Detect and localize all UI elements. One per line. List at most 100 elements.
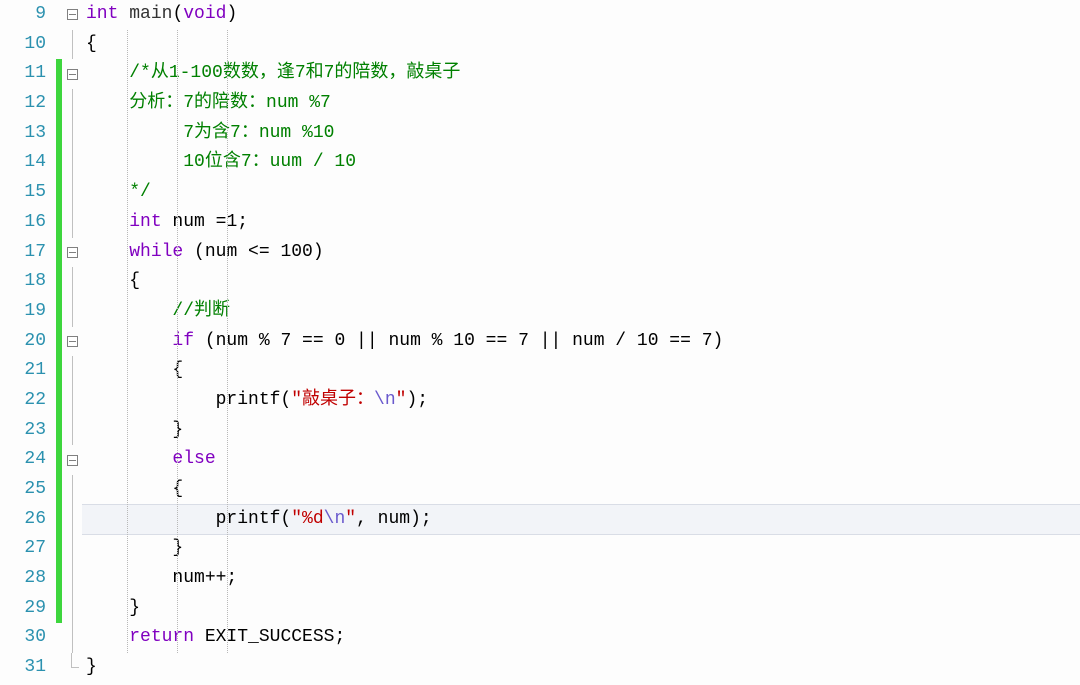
token: ); — [406, 390, 428, 410]
token-kw: int — [86, 4, 118, 24]
fold-toggle-icon[interactable] — [67, 336, 78, 347]
token-str: "敲桌子： — [291, 390, 374, 410]
code-area[interactable]: int main(void){ /*从1-100数数，逢7和7的陪数，敲桌子 分… — [82, 0, 1080, 683]
code-line[interactable]: printf("敲桌子：\n"); — [82, 386, 1080, 416]
fold-guide — [72, 356, 73, 386]
line-number: 19 — [0, 297, 46, 327]
token: printf( — [86, 390, 291, 410]
line-number: 30 — [0, 623, 46, 653]
line-number: 11 — [0, 59, 46, 89]
code-line[interactable]: return EXIT_SUCCESS; — [82, 623, 1080, 653]
code-line[interactable]: } — [82, 653, 1080, 683]
code-line[interactable]: /*从1-100数数，逢7和7的陪数，敲桌子 — [82, 59, 1080, 89]
fold-toggle[interactable] — [67, 0, 78, 30]
line-number: 17 — [0, 238, 46, 268]
line-number: 10 — [0, 30, 46, 60]
gutter: 9101112131415161718192021222324252627282… — [0, 0, 82, 683]
code-line[interactable]: } — [82, 594, 1080, 624]
line-number: 12 — [0, 89, 46, 119]
token — [118, 4, 129, 24]
code-line[interactable]: int main(void) — [82, 0, 1080, 30]
line-number: 26 — [0, 505, 46, 535]
line-number: 16 — [0, 208, 46, 238]
fold-guide — [72, 178, 73, 208]
token-kw: int — [129, 212, 161, 232]
code-line[interactable]: while (num <= 100) — [82, 238, 1080, 268]
code-editor[interactable]: 9101112131415161718192021222324252627282… — [0, 0, 1080, 683]
fold-guide — [72, 297, 73, 327]
code-line[interactable]: else — [82, 445, 1080, 475]
fold-toggle[interactable] — [67, 59, 78, 89]
token: } — [86, 598, 140, 618]
line-number: 28 — [0, 564, 46, 594]
code-line[interactable]: printf("%d\n", num); — [82, 504, 1080, 536]
token: } — [86, 420, 183, 440]
fold-toggle-icon[interactable] — [67, 455, 78, 466]
token-comment: */ — [129, 182, 151, 202]
fold-guide — [72, 594, 73, 624]
code-line[interactable]: //判断 — [82, 297, 1080, 327]
fold-guide — [72, 564, 73, 594]
token: , num); — [356, 509, 432, 529]
token — [86, 627, 129, 647]
code-line[interactable]: if (num % 7 == 0 || num % 10 == 7 || num… — [82, 327, 1080, 357]
code-line[interactable]: 10位含7：uum / 10 — [82, 148, 1080, 178]
token-str: "%d — [291, 509, 323, 529]
code-line[interactable]: { — [82, 356, 1080, 386]
code-line[interactable]: */ — [82, 178, 1080, 208]
token — [86, 449, 172, 469]
token-kw: else — [172, 449, 215, 469]
token-kw: void — [183, 4, 226, 24]
token: { — [86, 271, 140, 291]
token — [86, 301, 172, 321]
fold-guide — [72, 505, 73, 535]
token — [86, 331, 172, 351]
fold-toggle-icon[interactable] — [67, 69, 78, 80]
line-numbers: 9101112131415161718192021222324252627282… — [0, 0, 56, 683]
token-ident: main — [129, 4, 172, 24]
fold-toggle[interactable] — [67, 445, 78, 475]
code-line[interactable]: 7为含7：num %10 — [82, 119, 1080, 149]
token: ) — [226, 4, 237, 24]
token-esc: \n — [374, 390, 396, 410]
code-line[interactable]: num++; — [82, 564, 1080, 594]
token — [86, 212, 129, 232]
fold-toggle[interactable] — [67, 327, 78, 357]
token-comment: 10位含7：uum / 10 — [183, 152, 356, 172]
code-line[interactable]: int num =1; — [82, 208, 1080, 238]
line-number: 20 — [0, 327, 46, 357]
fold-guide — [72, 623, 73, 653]
token-esc: \n — [324, 509, 346, 529]
token — [86, 123, 183, 143]
indent-guide — [177, 30, 178, 654]
fold-toggle-icon[interactable] — [67, 247, 78, 258]
line-number: 21 — [0, 356, 46, 386]
fold-column[interactable] — [62, 0, 82, 683]
code-line[interactable]: { — [82, 30, 1080, 60]
code-line[interactable]: { — [82, 475, 1080, 505]
token-kw: while — [129, 242, 183, 262]
token: 100 — [280, 242, 312, 262]
token: { — [86, 360, 183, 380]
token: { — [86, 479, 183, 499]
token: (num <= — [183, 242, 280, 262]
fold-toggle[interactable] — [67, 238, 78, 268]
token: } — [86, 538, 183, 558]
token-comment: 7为含7：num %10 — [183, 123, 334, 143]
code-line[interactable]: } — [82, 534, 1080, 564]
fold-toggle-icon[interactable] — [67, 9, 78, 20]
fold-guide — [72, 416, 73, 446]
token-comment: /*从1-100数数，逢7和7的陪数，敲桌子 — [129, 63, 460, 83]
code-line[interactable]: { — [82, 267, 1080, 297]
code-line[interactable]: 分析：7的陪数：num %7 — [82, 89, 1080, 119]
indent-guide — [127, 30, 128, 654]
fold-guide — [72, 386, 73, 416]
code-line[interactable]: } — [82, 416, 1080, 446]
fold-guide — [72, 89, 73, 119]
token-comment: //判断 — [172, 301, 230, 321]
token — [86, 93, 129, 113]
token-str: " — [345, 509, 356, 529]
line-number: 9 — [0, 0, 46, 30]
fold-guide — [72, 534, 73, 564]
line-number: 23 — [0, 416, 46, 446]
